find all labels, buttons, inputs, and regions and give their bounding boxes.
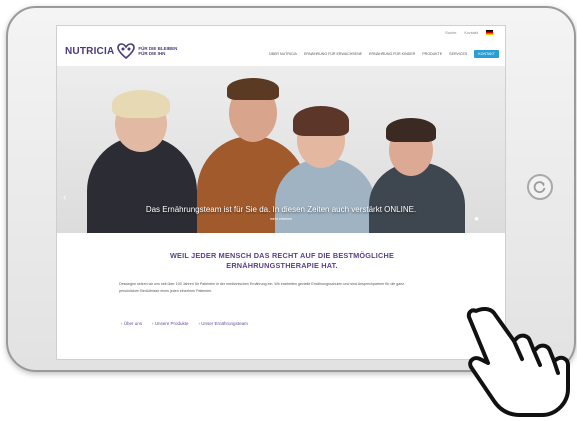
headline-line-2: ERNÄHRUNGSTHERAPIE HAT. (226, 261, 338, 270)
person-3-hair (293, 106, 349, 136)
person-2-hair (227, 78, 279, 100)
link-products[interactable]: › Unsere Produkte (152, 321, 189, 326)
utility-bar: Suche Kontakt (445, 30, 493, 35)
person-1-hair (112, 90, 170, 118)
carousel-next-icon[interactable]: ● (474, 214, 479, 223)
home-button[interactable] (527, 174, 553, 200)
nav-item-children[interactable]: ERNÄHRUNG FÜR KINDER (369, 52, 415, 56)
refresh-icon (533, 181, 546, 193)
tagline: FÜR DIE BLEIBEN FÜR DIE IHN (138, 46, 177, 56)
carousel-prev-icon[interactable]: ‹ (63, 192, 66, 203)
hero-banner: ‹ Das Ernährungsteam ist für Sie da. In … (57, 66, 505, 233)
tagline-line-2: FÜR DIE IHN (138, 51, 166, 56)
link-about-us[interactable]: › Über uns (121, 321, 142, 326)
nutricia-logo[interactable]: NUTRICIA FÜR DIE BLEIBEN FÜR DIE IHN (65, 40, 177, 62)
hero-caption: Das Ernährungsteam ist für Sie da. In di… (145, 205, 417, 214)
nav-item-services[interactable]: SERVICES (449, 52, 467, 56)
intro-links: › Über uns › Unsere Produkte › Unser Ern… (121, 321, 248, 326)
german-flag-icon[interactable] (486, 30, 493, 35)
nav-item-products[interactable]: PRODUKTE (422, 52, 442, 56)
contact-link[interactable]: Kontakt (464, 30, 478, 35)
person-3 (275, 158, 375, 233)
link-nutrition-team[interactable]: › Unser Ernährungsteam (199, 321, 248, 326)
hero-more-link[interactable]: mehr erfahren (57, 217, 505, 221)
intro-headline: WEIL JEDER MENSCH DAS RECHT AUF DIE BEST… (117, 251, 447, 271)
hand-pointer-icon (466, 306, 570, 417)
intro-section: WEIL JEDER MENSCH DAS RECHT AUF DIE BEST… (57, 233, 505, 359)
site-header: NUTRICIA FÜR DIE BLEIBEN FÜR DIE IHN Suc… (57, 26, 505, 66)
browser-screen: NUTRICIA FÜR DIE BLEIBEN FÜR DIE IHN Suc… (56, 25, 506, 360)
search-link[interactable]: Suche (445, 30, 456, 35)
main-nav: ÜBER NUTRICIA ERNÄHRUNG FÜR ERWACHSENE E… (269, 50, 499, 58)
logo-text: NUTRICIA (65, 45, 115, 57)
intro-body: Deswegen setzen wir uns seit über 100 Ja… (119, 282, 405, 293)
heart-logo-icon (117, 43, 136, 59)
nav-item-about[interactable]: ÜBER NUTRICIA (269, 52, 297, 56)
person-4-hair (386, 118, 436, 142)
contact-button[interactable]: KONTAKT (474, 50, 499, 58)
headline-line-1: WEIL JEDER MENSCH DAS RECHT AUF DIE BEST… (169, 251, 395, 260)
nav-item-adults[interactable]: ERNÄHRUNG FÜR ERWACHSENE (304, 52, 362, 56)
